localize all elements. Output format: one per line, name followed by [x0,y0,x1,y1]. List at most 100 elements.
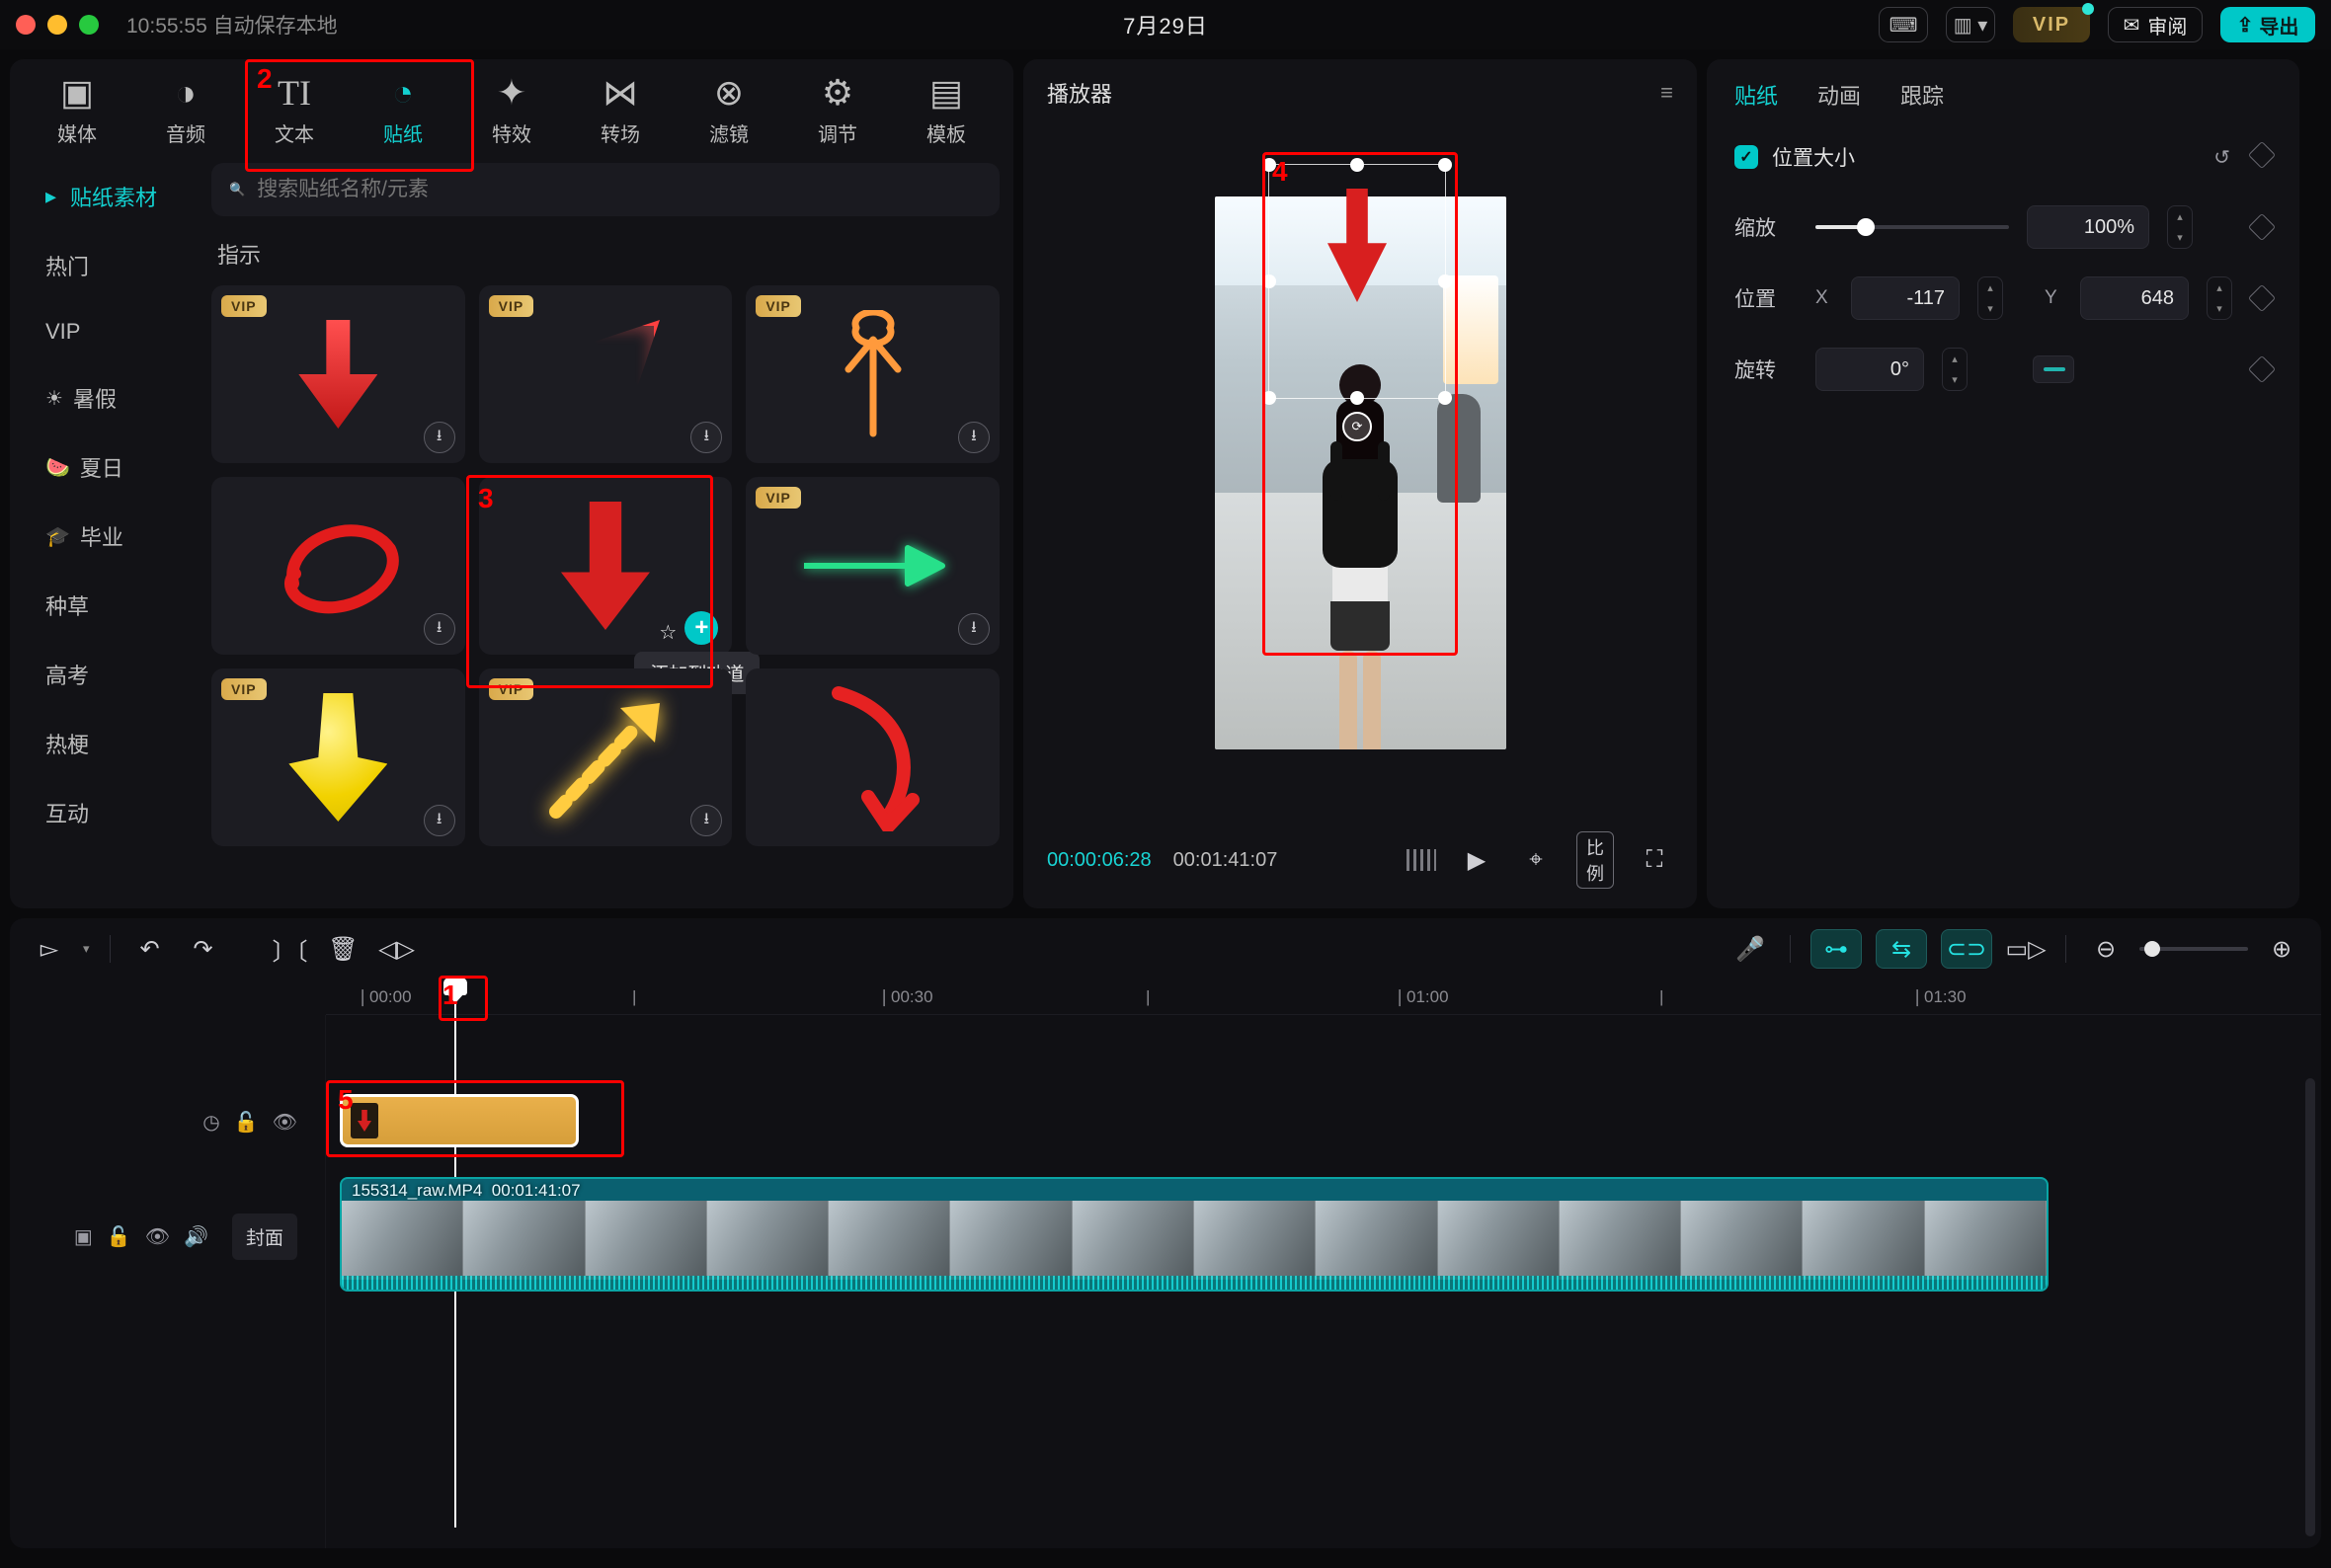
vertical-scrollbar[interactable] [2305,1078,2315,1536]
redo-button[interactable]: ↷ [184,929,223,969]
resize-handle[interactable] [1262,274,1276,288]
fullscreen-icon[interactable]: ⛶ [1636,846,1673,874]
tab-audio[interactable]: ◑音频 [142,73,229,147]
cat-hot[interactable]: 热门 [24,232,207,299]
keyframe-icon[interactable] [2248,355,2276,383]
cat-vip[interactable]: VIP [24,301,207,362]
inspector-tab-anim[interactable]: 动画 [1817,79,1861,111]
cat-seed[interactable]: 种草 [24,572,207,639]
pos-y-spinner[interactable]: ▴▾ [2207,276,2232,320]
focus-icon[interactable]: ⌖ [1517,846,1555,874]
sticker-selection-box[interactable]: ⟳ [1268,164,1446,399]
preview-sticker-arrow-icon[interactable] [1327,189,1387,302]
scale-slider[interactable] [1815,225,2009,229]
tab-effect[interactable]: ✦特效 [468,73,555,147]
play-button-icon[interactable]: ▶ [1458,846,1495,875]
scale-spinner[interactable]: ▴▾ [2167,205,2193,249]
sticker-card[interactable]: VIP⭳ [479,285,733,463]
favorite-icon[interactable]: ☆ [659,620,677,645]
keyframe-icon[interactable] [2248,140,2276,168]
reset-icon[interactable]: ↺ [2213,145,2230,170]
window-maximize[interactable] [79,15,99,35]
tab-media[interactable]: ▣媒体 [34,73,121,147]
resize-handle[interactable] [1262,391,1276,405]
download-icon[interactable]: ⭳ [424,422,455,453]
download-icon[interactable]: ⭳ [958,613,990,645]
layout-icon-button[interactable]: ▥ ▾ [1946,7,1995,42]
lock-icon[interactable]: 🔓 [234,1110,259,1135]
sticker-card[interactable]: ⭳ [211,477,465,655]
cat-summer[interactable]: ☀暑假 [24,364,207,431]
cover-button[interactable]: 封面 [232,1214,297,1260]
vip-button[interactable]: VIP [2013,7,2090,42]
mirror-tool[interactable]: ◁▷ [377,929,417,969]
download-icon[interactable]: ⭳ [424,805,455,836]
video-preview-area[interactable]: ⟳ 4 [1023,126,1697,820]
keyframe-icon[interactable] [2248,213,2276,241]
download-icon[interactable]: ⭳ [690,422,722,453]
cat-material[interactable]: 贴纸素材 [24,163,207,230]
sticker-card[interactable]: VIP⭳ [746,477,1000,655]
zoom-in-icon[interactable]: ⊕ [2262,929,2301,969]
ratio-button[interactable]: 比例 [1576,831,1614,889]
undo-button[interactable]: ↶ [130,929,170,969]
inspector-tab-sticker[interactable]: 贴纸 [1734,79,1778,111]
section-toggle-checkbox[interactable]: ✓ [1734,145,1758,169]
review-button[interactable]: ✉审阅 [2108,7,2203,42]
export-button[interactable]: ⇪导出 [2220,7,2315,42]
video-clip[interactable]: 155314_raw.MP4 00:01:41:07 [340,1177,2049,1292]
resize-handle[interactable] [1438,274,1452,288]
cover-icon[interactable]: ▣ [74,1224,93,1249]
sticker-clip[interactable] [340,1094,579,1147]
tab-sticker[interactable]: ◔贴纸 [360,73,446,147]
rot-value[interactable]: 0° [1815,348,1924,391]
cat-grad[interactable]: 🎓毕业 [24,503,207,570]
select-tool[interactable]: ▻ [30,929,69,969]
sticker-card[interactable]: VIP⭳ [211,285,465,463]
inspector-tab-track[interactable]: 跟踪 [1900,79,1944,111]
download-icon[interactable]: ⭳ [690,805,722,836]
add-to-track-button[interactable]: + [684,611,718,645]
track-lanes[interactable]: 5 155314_raw.MP4 00:01:41:07 [326,1015,2321,1548]
zoom-out-icon[interactable]: ⊖ [2086,929,2126,969]
cat-summer2[interactable]: 🍉夏日 [24,433,207,501]
rot-axis-chip[interactable] [2033,355,2074,383]
eye-icon[interactable]: 👁 [145,1224,170,1249]
link-button[interactable]: ⇆ [1876,929,1927,969]
mic-button[interactable]: 🎤 [1730,929,1770,969]
resize-handle[interactable] [1438,391,1452,405]
tab-transition[interactable]: ⋈转场 [577,73,664,147]
rot-spinner[interactable]: ▴▾ [1942,348,1968,391]
cat-exam[interactable]: 高考 [24,641,207,708]
sticker-card[interactable]: VIP⭳ [479,668,733,846]
eye-icon[interactable]: 👁 [273,1110,297,1135]
download-icon[interactable]: ⭳ [424,613,455,645]
tab-template[interactable]: ▤模板 [903,73,990,147]
snap-button[interactable]: ⊂⊃ [1941,929,1992,969]
preview-toggle[interactable]: ▭▷ [2006,929,2046,969]
sticker-card[interactable] [746,668,1000,846]
split-tool[interactable]: 〕〔 [271,929,310,969]
pos-x-spinner[interactable]: ▴▾ [1977,276,2003,320]
resize-handle[interactable] [1350,391,1364,405]
clock-icon[interactable]: ◷ [202,1110,219,1135]
window-minimize[interactable] [47,15,67,35]
sticker-search[interactable]: 🔍 [211,163,1000,216]
sticker-card-selected[interactable]: ☆ + 添加到轨道 [479,477,733,655]
window-close[interactable] [16,15,36,35]
rotate-handle[interactable]: ⟳ [1342,412,1372,441]
magnet-button[interactable]: ⊶ [1810,929,1862,969]
keyboard-icon-button[interactable]: ⌨ [1879,7,1928,42]
tab-filter[interactable]: ⊗滤镜 [685,73,772,147]
player-menu-icon[interactable]: ≡ [1660,80,1673,106]
resize-handle[interactable] [1438,158,1452,172]
scale-value[interactable]: 100% [2027,205,2149,249]
level-meter-icon[interactable] [1407,849,1436,871]
keyframe-icon[interactable] [2248,284,2276,312]
tab-adjust[interactable]: ⚙调节 [794,73,881,147]
cat-interact[interactable]: 互动 [24,779,207,846]
sticker-card[interactable]: VIP⭳ [211,668,465,846]
timeline-ruler[interactable]: ❘ 00:00 | ❘ 00:30 | ❘ 01:00 | ❘ 01:30 1 [326,980,2321,1015]
delete-tool[interactable]: 🗑 [324,929,363,969]
pos-x-value[interactable]: -117 [1851,276,1960,320]
